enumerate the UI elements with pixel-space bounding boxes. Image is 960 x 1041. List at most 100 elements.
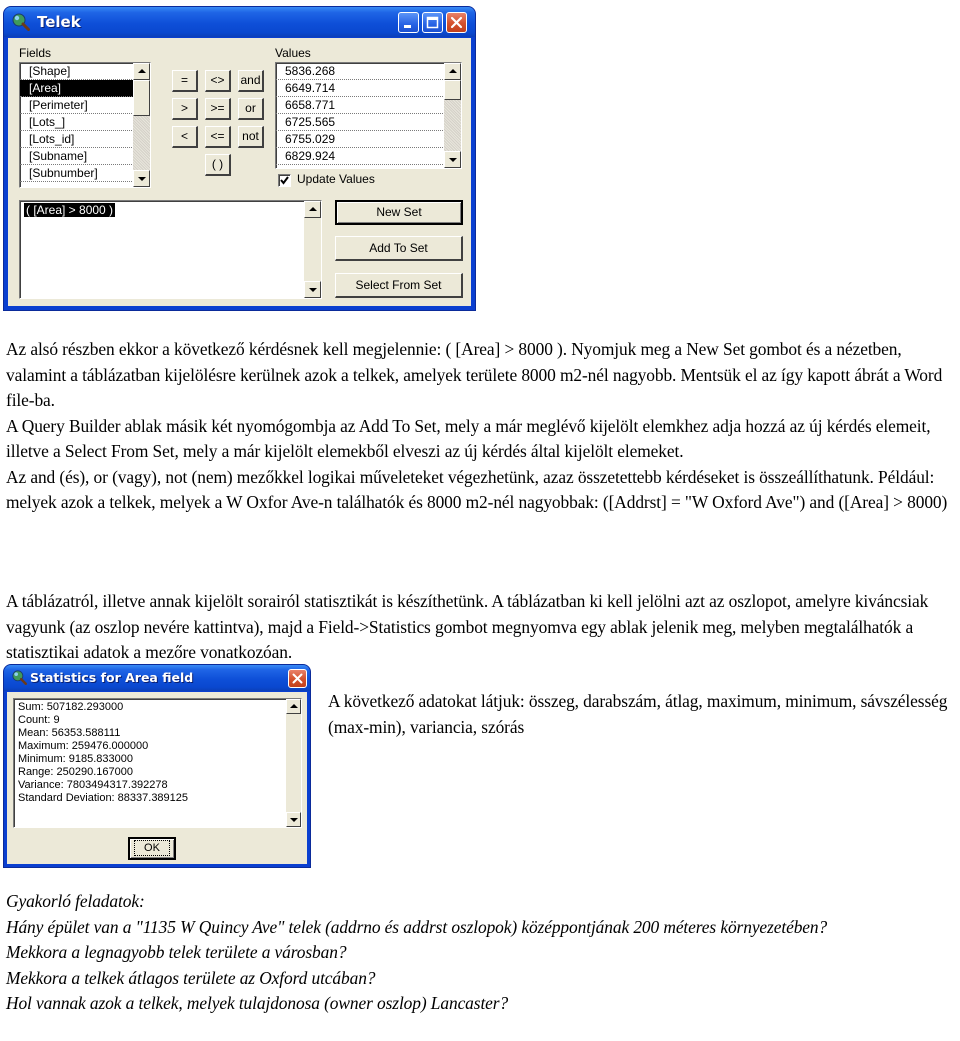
- fields-scroll-thumb[interactable]: [133, 80, 150, 116]
- statistics-line: Mean: 56353.588111: [18, 727, 121, 739]
- statistics-line: Count: 9: [18, 714, 60, 726]
- exercises-section: Gyakorló feladatok: Hány épület van a "1…: [6, 889, 960, 1017]
- arrow-down-icon: [449, 158, 457, 162]
- fields-scroll-up-button[interactable]: [133, 63, 150, 80]
- operator-greater-than-button[interactable]: >: [172, 98, 198, 120]
- value-item[interactable]: 6649.714: [276, 80, 461, 97]
- operator-parentheses-button[interactable]: ( ): [205, 154, 231, 176]
- statistics-client: Sum: 507182.293000 Count: 9 Mean: 56353.58…: [7, 692, 307, 864]
- operator-and-button[interactable]: and: [238, 70, 264, 92]
- query-expression-textarea[interactable]: ( [Area] > 8000 ): [19, 200, 322, 299]
- statistics-line: Sum: 507182.293000: [18, 701, 124, 713]
- exercise-item: Mekkora a legnagyobb telek területe a vá…: [6, 942, 347, 962]
- close-icon: [292, 673, 303, 684]
- fields-scrollbar[interactable]: [133, 63, 150, 187]
- values-label: Values: [275, 46, 311, 60]
- statistics-scroll-up-button[interactable]: [286, 699, 301, 714]
- ok-label: OK: [134, 840, 170, 856]
- window-title: Telek: [37, 13, 81, 31]
- value-item[interactable]: 5836.268: [276, 63, 461, 80]
- operator-equals-button[interactable]: =: [172, 70, 198, 92]
- value-item[interactable]: 6829.924: [276, 148, 461, 165]
- fields-label: Fields: [19, 46, 52, 60]
- statistics-description: A következő adatokat látjuk: összeg, dar…: [328, 689, 948, 740]
- close-icon: [450, 16, 463, 29]
- minimize-button[interactable]: [398, 12, 419, 33]
- arrow-down-icon: [138, 177, 146, 181]
- fields-listbox[interactable]: [Shape] [Area] [Perimeter] [Lots_] [Lots_id]…: [19, 62, 151, 188]
- document-text-block-1: Az alsó részben ekkor a következő kérdés…: [6, 337, 960, 516]
- paragraph-statistics-list: A következő adatokat látjuk: összeg, dar…: [328, 691, 948, 737]
- values-scroll-thumb[interactable]: [444, 80, 461, 100]
- operator-not-equal-button[interactable]: <>: [205, 70, 231, 92]
- update-values-checkbox[interactable]: [278, 174, 291, 187]
- statistics-scrollbar[interactable]: [286, 699, 301, 827]
- paragraph-statistics: A táblázatról, illetve annak kijelölt so…: [6, 591, 929, 662]
- select-from-set-label: Select From Set: [355, 278, 442, 292]
- query-builder-window: Telek Fields [Shape] [Area] [Perimeter] [Lo…: [4, 7, 475, 310]
- statistics-line: Maximum: 259476.000000: [18, 740, 149, 752]
- statistics-output[interactable]: Sum: 507182.293000 Count: 9 Mean: 56353.58…: [13, 698, 302, 828]
- values-listbox[interactable]: 5836.268 6649.714 6658.771 6725.565 6755.029…: [275, 62, 462, 169]
- new-set-button[interactable]: New Set: [335, 200, 463, 225]
- statistics-window: Statistics for Area field Sum: 507182.29…: [4, 665, 310, 867]
- statistics-titlebar[interactable]: Statistics for Area field: [4, 665, 310, 691]
- value-item[interactable]: 6658.771: [276, 97, 461, 114]
- operator-greater-equal-button[interactable]: >=: [205, 98, 231, 120]
- expression-scroll-up-button[interactable]: [304, 201, 321, 218]
- operator-not-button[interactable]: not: [238, 126, 264, 148]
- value-item[interactable]: 6725.565: [276, 114, 461, 131]
- values-scrollbar[interactable]: [444, 63, 461, 168]
- field-item[interactable]: [Area]: [20, 80, 150, 97]
- paragraph-add-select-set: A Query Builder ablak másik két nyomógom…: [6, 415, 931, 462]
- expression-scroll-down-button[interactable]: [304, 281, 321, 298]
- statistics-line: Standard Deviation: 88337.389125: [18, 792, 189, 804]
- maximize-icon: [426, 16, 439, 29]
- field-item[interactable]: [Shape]: [20, 63, 150, 80]
- field-item[interactable]: [Subname]: [20, 148, 150, 165]
- arrow-up-icon: [138, 69, 146, 73]
- values-scroll-down-button[interactable]: [444, 151, 461, 168]
- new-set-label: New Set: [376, 205, 422, 219]
- statistics-window-title: Statistics for Area field: [30, 670, 194, 685]
- query-magnifier-globe-icon: [12, 670, 27, 685]
- update-values-label[interactable]: Update Values: [297, 172, 375, 186]
- field-item[interactable]: [Subnumber]: [20, 165, 150, 182]
- field-item[interactable]: [Lots_id]: [20, 131, 150, 148]
- exercise-item: Mekkora a telkek átlagos területe az Oxf…: [6, 967, 376, 988]
- fields-scroll-down-button[interactable]: [133, 170, 150, 187]
- query-magnifier-globe-icon: [12, 13, 30, 31]
- query-expression-text[interactable]: ( [Area] > 8000 ): [24, 203, 116, 217]
- operator-less-than-button[interactable]: <: [172, 126, 198, 148]
- query-builder-titlebar[interactable]: Telek: [4, 7, 475, 37]
- statistics-scroll-down-button[interactable]: [286, 812, 301, 827]
- statistics-close-button[interactable]: [288, 669, 307, 688]
- exercises-heading: Gyakorló feladatok:: [6, 891, 145, 911]
- operator-less-equal-button[interactable]: <=: [205, 126, 231, 148]
- exercise-item: Hány épület van a "1135 W Quincy Ave" te…: [6, 916, 828, 937]
- exercise-item: Hol vannak azok a telkek, melyek tulajdo…: [6, 993, 509, 1013]
- field-item[interactable]: [Lots_]: [20, 114, 150, 131]
- expression-scrollbar[interactable]: [304, 201, 321, 298]
- values-scroll-up-button[interactable]: [444, 63, 461, 80]
- field-item[interactable]: [Perimeter]: [20, 97, 150, 114]
- arrow-up-icon: [290, 704, 298, 708]
- statistics-line: Variance: 7803494317.392278: [18, 779, 168, 791]
- checkmark-icon: [280, 176, 289, 185]
- query-builder-client: Fields [Shape] [Area] [Perimeter] [Lots_] [L…: [8, 38, 471, 306]
- add-to-set-button[interactable]: Add To Set: [335, 236, 463, 261]
- arrow-up-icon: [449, 69, 457, 73]
- value-item[interactable]: 6755.029: [276, 131, 461, 148]
- operator-or-button[interactable]: or: [238, 98, 264, 120]
- select-from-set-button[interactable]: Select From Set: [335, 273, 463, 298]
- close-button[interactable]: [446, 12, 467, 33]
- statistics-line: Minimum: 9185.833000: [18, 753, 133, 765]
- paragraph-logical-operators: Az and (és), or (vagy), not (nem) mezőkk…: [6, 466, 948, 513]
- arrow-down-icon: [290, 818, 298, 822]
- ok-button[interactable]: OK: [128, 837, 176, 860]
- maximize-button[interactable]: [422, 12, 443, 33]
- document-text-block-2: A táblázatról, illetve annak kijelölt so…: [6, 589, 960, 666]
- arrow-down-icon: [309, 288, 317, 292]
- add-to-set-label: Add To Set: [369, 241, 428, 255]
- minimize-icon: [404, 25, 411, 28]
